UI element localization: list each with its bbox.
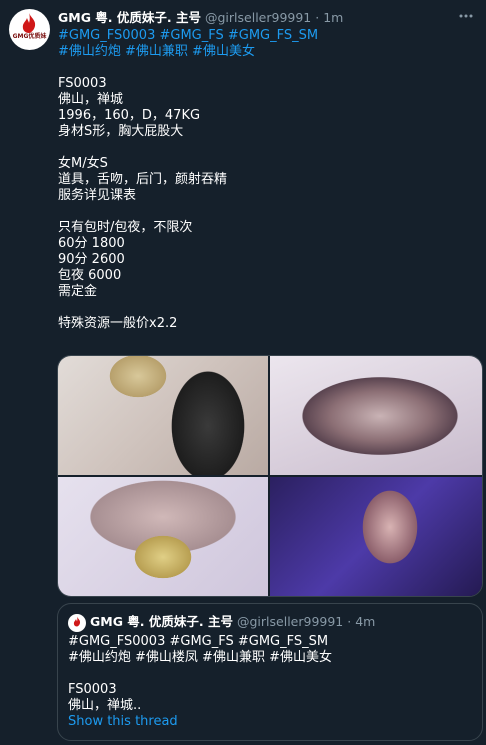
quoted-hashtags-line-2: #佛山约炮 #佛山楼凤 #佛山兼职 #佛山美女 [68, 650, 332, 665]
hashtags-line-1[interactable]: #GMG_FS0003 #GMG_FS #GMG_FS_SM [58, 28, 478, 44]
quoted-avatar [68, 614, 86, 632]
user-handle[interactable]: @girlseller99991 [205, 10, 311, 25]
text-line: 1996，160，D，47KG [58, 108, 201, 123]
quoted-text-line: 佛山，禅城.. [68, 698, 142, 713]
text-line: 特殊资源一般价x2.2 [58, 316, 178, 331]
media-grid [57, 355, 483, 597]
text-line: 女M/女S [58, 156, 108, 171]
text-line [58, 140, 478, 156]
quoted-body: #GMG_FS0003 #GMG_FS #GMG_FS_SM #佛山约炮 #佛山… [68, 634, 472, 730]
more-options-icon[interactable] [458, 8, 474, 24]
media-photo-2[interactable] [270, 356, 482, 475]
text-line: 身材S形，胸大屁股大 [58, 124, 184, 139]
text-line: 只有包时/包夜，不限次 [58, 220, 193, 235]
text-line: 包夜 6000 [58, 268, 122, 283]
text-line: 佛山，禅城 [58, 92, 124, 107]
text-line [58, 300, 478, 316]
quoted-tweet[interactable]: GMG 粤. 优质妹子. 主号 @girlseller99991 · 4m #G… [57, 603, 483, 741]
text-line [58, 204, 478, 220]
text-line: FS0003 [58, 76, 107, 91]
quoted-header: GMG 粤. 优质妹子. 主号 @girlseller99991 · 4m [90, 614, 375, 630]
tweet-time[interactable]: 1m [323, 10, 343, 25]
quoted-display-name: GMG 粤. 优质妹子. 主号 [90, 614, 234, 629]
hashtags-line-2[interactable]: #佛山约炮 #佛山兼职 #佛山美女 [58, 44, 478, 60]
text-line: 60分 1800 [58, 236, 125, 251]
tweet-body: #GMG_FS0003 #GMG_FS #GMG_FS_SM #佛山约炮 #佛山… [58, 28, 478, 332]
quoted-time: 4m [355, 614, 376, 629]
display-name[interactable]: GMG 粤. 优质妹子. 主号 [58, 10, 201, 25]
avatar[interactable]: GMG优质妹 [9, 9, 50, 50]
separator: · [347, 614, 352, 629]
quoted-hashtags-line-1: #GMG_FS0003 #GMG_FS #GMG_FS_SM [68, 634, 329, 649]
text-line: 需定金 [58, 284, 98, 299]
tweet-header: GMG 粤. 优质妹子. 主号 @girlseller99991 · 1m [58, 10, 456, 28]
separator: · [315, 10, 320, 25]
media-photo-4[interactable] [270, 477, 482, 596]
text-line: 90分 2600 [58, 252, 125, 267]
flame-logo-icon [22, 13, 36, 33]
flame-logo-icon [73, 616, 81, 627]
media-photo-3[interactable] [58, 477, 268, 596]
text-line: 服务详见课表 [58, 188, 137, 203]
avatar-label: GMG优质妹 [12, 33, 47, 40]
text-line: 道具，舌吻，后门，颜射吞精 [58, 172, 228, 187]
quoted-text-line: FS0003 [68, 682, 117, 697]
media-photo-1[interactable] [58, 356, 268, 475]
quoted-handle: @girlseller99991 [237, 614, 344, 629]
show-thread-link[interactable]: Show this thread [68, 714, 472, 730]
